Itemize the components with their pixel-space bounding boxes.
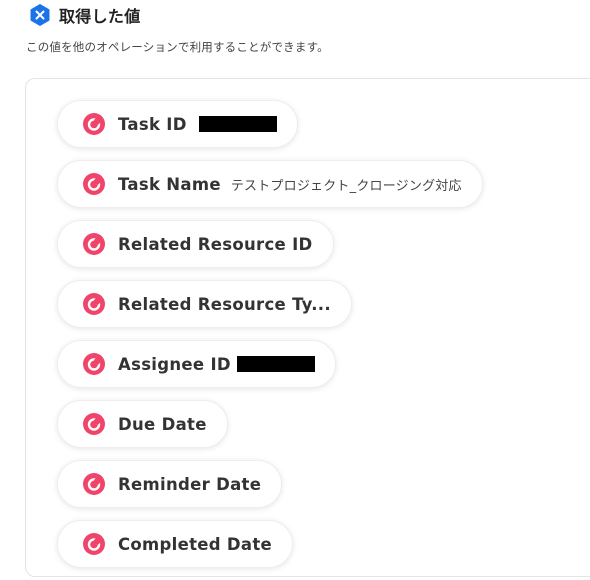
- value-chip-related-resource-id[interactable]: Related Resource ID: [57, 220, 334, 268]
- chip-label: Related Resource ID: [118, 234, 313, 254]
- section-title: 取得した値: [59, 7, 141, 26]
- value-chip-completed-date[interactable]: Completed Date: [57, 520, 294, 568]
- hexagon-x-icon: [30, 4, 50, 26]
- app-logo-icon: [83, 233, 105, 255]
- app-logo-icon: [83, 293, 105, 315]
- chip-label: Due Date: [118, 414, 207, 434]
- chip-label: Task ID: [118, 114, 187, 134]
- app-logo-icon: [83, 473, 105, 495]
- chip-label: Completed Date: [118, 534, 273, 554]
- redacted-value: [198, 116, 277, 132]
- app-logo-icon: [83, 113, 105, 135]
- value-chip-related-resource-type[interactable]: Related Resource Ty...: [57, 280, 352, 328]
- value-chip-reminder-date[interactable]: Reminder Date: [57, 460, 283, 508]
- chip-label: Reminder Date: [118, 474, 262, 494]
- app-logo-icon: [83, 413, 105, 435]
- app-logo-icon: [83, 533, 105, 555]
- section-header: 取得した値: [28, 3, 141, 27]
- value-chip-task-name[interactable]: Task Name テストプロジェクト_クロージング対応: [57, 160, 483, 208]
- section-description: この値を他のオペレーションで利用することができます。: [26, 40, 329, 54]
- app-logo-icon: [83, 173, 105, 195]
- value-chip-task-id[interactable]: Task ID: [57, 100, 298, 148]
- chip-value: テストプロジェクト_クロージング対応: [230, 178, 462, 194]
- chip-label: Task Name: [118, 174, 221, 194]
- chip-label: Related Resource Ty...: [118, 294, 331, 314]
- chip-label: Assignee ID: [118, 354, 231, 374]
- value-chip-assignee-id[interactable]: Assignee ID: [57, 340, 336, 388]
- redacted-value: [236, 356, 315, 372]
- app-logo-icon: [83, 353, 105, 375]
- output-values-page: 取得した値 この値を他のオペレーションで利用することができます。 Task ID…: [0, 0, 590, 580]
- value-chip-due-date[interactable]: Due Date: [57, 400, 228, 448]
